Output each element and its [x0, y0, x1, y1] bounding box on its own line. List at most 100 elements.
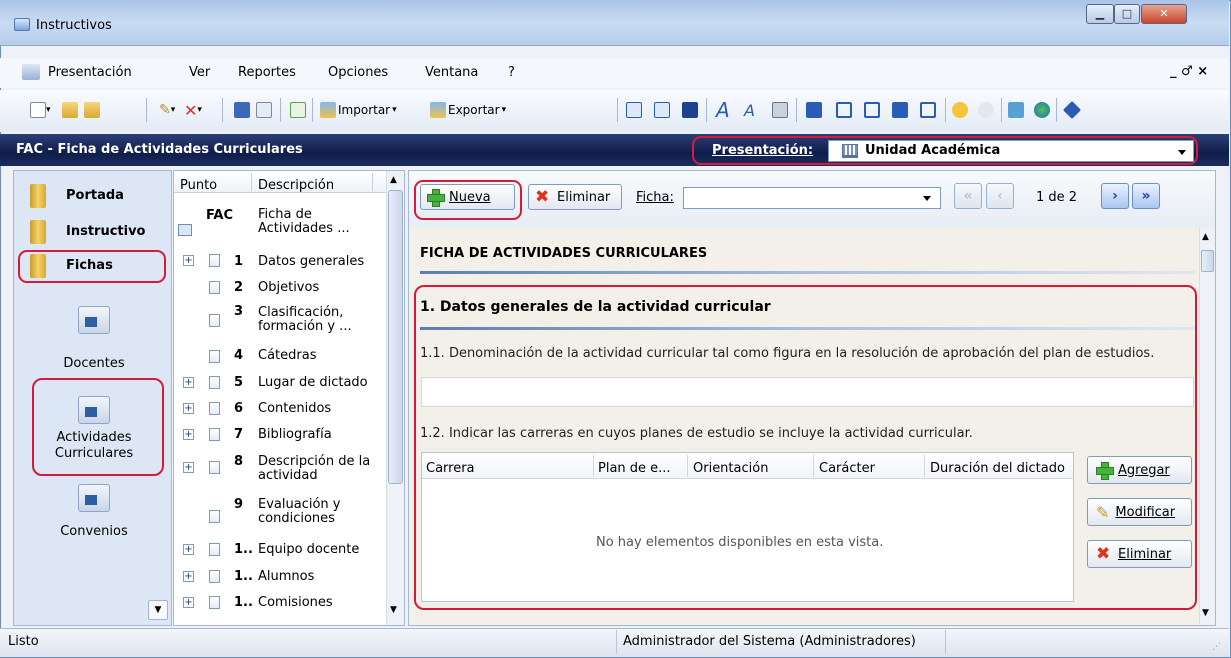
cascade-icon[interactable] [892, 99, 908, 121]
globe-icon[interactable] [1034, 99, 1050, 121]
sidebar-item-instructivo[interactable]: Instructivo [20, 216, 165, 248]
nav-convenios[interactable]: Convenios [24, 524, 164, 539]
expand-icon[interactable]: + [183, 544, 194, 555]
sidebar-item-portada[interactable]: Portada [20, 180, 165, 212]
tree-row-num[interactable]: 5 [234, 375, 243, 390]
expand-icon[interactable]: + [183, 597, 194, 608]
tree-header-descripcion[interactable]: Descripción [258, 178, 334, 193]
list-view-icon[interactable] [654, 99, 670, 121]
tree-row-num[interactable]: 1.. [234, 569, 253, 584]
scroll-down-icon[interactable]: ▼ [390, 605, 397, 615]
tree-row-desc[interactable]: Lugar de dictado [258, 376, 368, 390]
tree-row-desc[interactable]: Evaluación y condiciones [258, 498, 358, 526]
tree-row-num[interactable]: 3 [234, 304, 243, 319]
split-horizontal-icon[interactable] [836, 99, 852, 121]
expand-icon[interactable]: + [183, 429, 194, 440]
import-button[interactable]: Importar ▾ [320, 99, 397, 121]
tree-header-punto[interactable]: Punto [180, 178, 217, 193]
window-icon[interactable] [920, 99, 936, 121]
menu-ventana[interactable]: Ventana [425, 65, 478, 80]
windows-icon[interactable] [1008, 99, 1024, 121]
fichas-highlight [18, 250, 166, 283]
split-vertical-icon[interactable] [864, 99, 880, 121]
expand-icon[interactable]: + [183, 462, 194, 473]
toolbar-separator [706, 98, 707, 122]
tree-row-desc[interactable]: Comisiones [258, 596, 333, 610]
nav-docentes[interactable]: Docentes [24, 356, 164, 371]
close-button[interactable]: ✕ [1141, 4, 1187, 24]
tree-row-desc[interactable]: Clasificación, formación y ... [258, 306, 376, 334]
delete-x-icon[interactable]: ✕ ▾ [184, 99, 202, 121]
tree-row-num[interactable]: 1.. [234, 595, 253, 610]
convenios-icon[interactable] [78, 484, 110, 512]
tree-row-num[interactable]: 1 [234, 254, 243, 269]
tree-row-desc[interactable]: Cátedras [258, 349, 316, 363]
previous-record-button[interactable]: ‹ [986, 183, 1014, 209]
tree-row-desc[interactable]: Bibliografía [258, 428, 332, 442]
edit-pencil-icon[interactable]: ✎ ▾ [159, 99, 175, 121]
tree-row-num[interactable]: 9 [234, 497, 243, 512]
chevron-down-icon[interactable] [923, 196, 931, 201]
form-scrollbar[interactable] [1199, 228, 1215, 624]
refresh-icon[interactable] [290, 99, 306, 121]
title-bar[interactable] [0, 0, 1229, 46]
tip-bulb-icon[interactable] [978, 99, 994, 121]
tree-row-num[interactable]: 8 [234, 454, 243, 469]
export-button[interactable]: Exportar ▾ [430, 99, 506, 121]
ficha-select[interactable] [683, 187, 941, 209]
chevron-down-icon[interactable] [1178, 150, 1186, 155]
divider [945, 630, 946, 654]
first-record-button[interactable]: « [954, 183, 982, 209]
tree-row-desc[interactable]: Objetivos [258, 281, 319, 295]
expand-icon[interactable]: + [183, 255, 194, 266]
minimize-button[interactable]: ▁ [1086, 4, 1114, 24]
tree-row-desc[interactable]: Ficha de Actividades ... [258, 208, 368, 236]
form-scroll-thumb[interactable] [1201, 250, 1214, 272]
tree-row-num[interactable]: FAC [206, 208, 233, 223]
print-icon[interactable] [772, 99, 788, 121]
scroll-down-icon[interactable]: ▼ [1202, 608, 1209, 618]
menu-opciones[interactable]: Opciones [328, 65, 388, 80]
menu-help[interactable]: ? [508, 65, 515, 80]
scroll-up-icon[interactable]: ▲ [390, 175, 397, 185]
presentation-select[interactable]: Unidad Académica [828, 140, 1194, 162]
menu-reportes[interactable]: Reportes [238, 65, 296, 80]
tree-row-desc[interactable]: Datos generales [258, 255, 364, 269]
font-smaller-icon[interactable]: A [744, 99, 755, 121]
copy-icon[interactable] [256, 99, 272, 121]
tree-row-desc[interactable]: Descripción de la actividad [258, 455, 376, 483]
tree-row-num[interactable]: 7 [234, 427, 243, 442]
scroll-up-icon[interactable]: ▲ [1202, 232, 1209, 242]
save-icon[interactable] [234, 99, 250, 121]
last-record-button[interactable]: » [1132, 183, 1160, 209]
tree-row-desc[interactable]: Alumnos [258, 570, 314, 584]
layout-icon[interactable] [806, 99, 822, 121]
help-icon[interactable] [952, 99, 968, 121]
resize-grip-icon[interactable]: ⋰ [1212, 642, 1221, 652]
docentes-icon[interactable] [78, 306, 110, 334]
font-larger-icon[interactable]: A [716, 98, 730, 122]
chevron-down-icon[interactable]: ▼ [148, 600, 168, 620]
tree-view-icon[interactable] [626, 99, 642, 121]
tree-row-num[interactable]: 2 [234, 280, 243, 295]
next-record-button[interactable]: › [1101, 183, 1129, 209]
expand-icon[interactable]: + [183, 403, 194, 414]
tree-row-num[interactable]: 4 [234, 348, 243, 363]
menu-presentacion[interactable]: Presentación [48, 65, 132, 80]
menu-ver[interactable]: Ver [189, 65, 210, 80]
delete-x-icon: ✖ [535, 187, 550, 207]
tree-row-desc[interactable]: Equipo docente [258, 543, 359, 557]
expand-icon[interactable]: + [183, 571, 194, 582]
tree-row-num[interactable]: 6 [234, 401, 243, 416]
expand-icon[interactable]: + [183, 377, 194, 388]
delete-record-button[interactable]: ✖ Eliminar [528, 184, 622, 210]
maximize-button[interactable]: □ [1114, 4, 1140, 24]
open-folder-icon[interactable] [62, 99, 100, 121]
tree-scroll-thumb[interactable] [388, 190, 403, 484]
details-view-icon[interactable] [682, 99, 698, 121]
tree-row-num[interactable]: 1.. [234, 542, 253, 557]
about-icon[interactable] [1062, 99, 1082, 121]
new-doc-icon[interactable]: ▾ [30, 99, 51, 121]
tree-row-desc[interactable]: Contenidos [258, 402, 331, 416]
mdi-controls[interactable]: _ ♂ × [1170, 64, 1208, 79]
